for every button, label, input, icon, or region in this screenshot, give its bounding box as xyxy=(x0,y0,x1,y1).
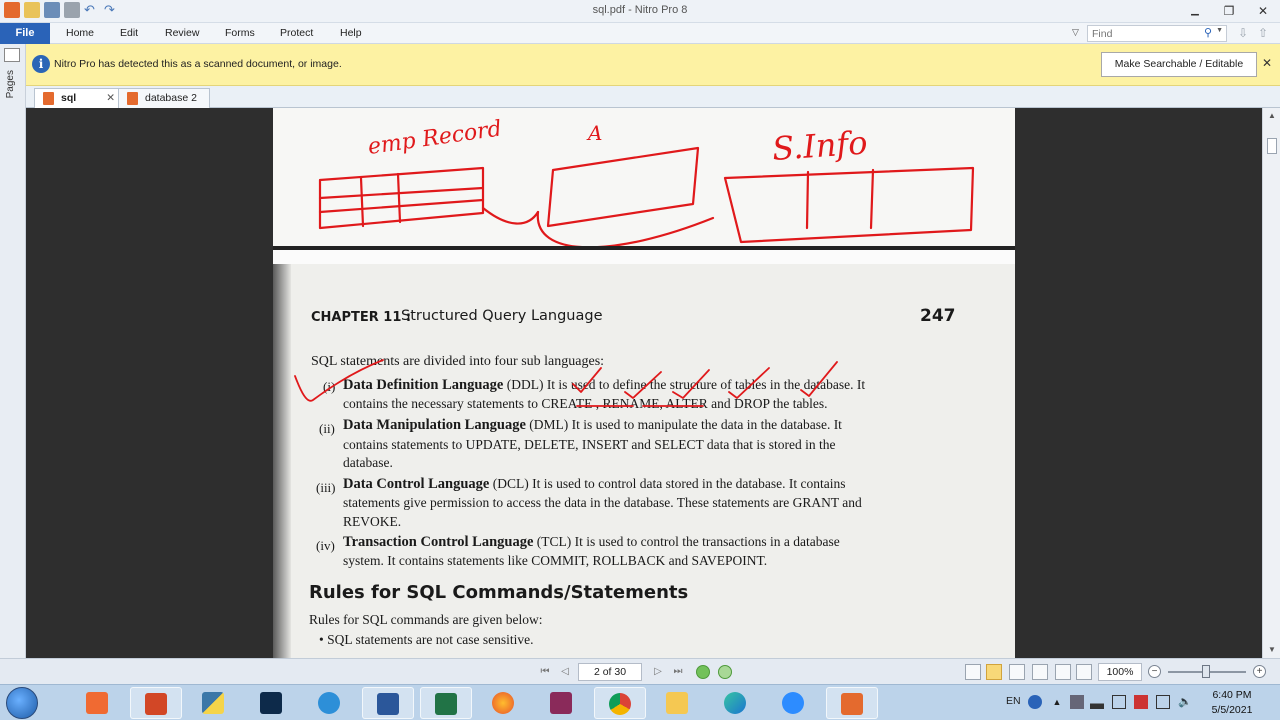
excel-app-icon[interactable] xyxy=(420,687,472,719)
edge-app-icon[interactable] xyxy=(710,687,762,719)
forward-view-icon[interactable] xyxy=(718,665,732,679)
pdf-file-icon xyxy=(127,92,138,105)
show-hidden-icons-icon[interactable]: ▲ xyxy=(1050,695,1064,709)
facing-continuous-view-icon[interactable] xyxy=(1032,664,1048,680)
info-icon: i xyxy=(32,55,50,73)
help-icon[interactable] xyxy=(1028,695,1042,709)
facing-pages-view-icon[interactable] xyxy=(1009,664,1025,680)
find-box: ⚲ ▼ xyxy=(1087,25,1227,42)
menu-protect[interactable]: Protect xyxy=(280,23,313,44)
photoshop-app-icon[interactable] xyxy=(246,687,298,719)
first-page-icon[interactable]: ⏮ xyxy=(538,665,552,679)
pdf-file-icon xyxy=(43,92,54,105)
vertical-scrollbar[interactable]: ▲ ▼ xyxy=(1262,108,1280,658)
language-indicator[interactable]: EN xyxy=(1006,695,1021,707)
find-next-icon[interactable]: ⇩ xyxy=(1238,26,1248,40)
taskbar: EN ▲ 🔈 6:40 PM 5/5/2021 xyxy=(0,684,1280,720)
annotation-text-s-info: S.Info xyxy=(771,123,869,168)
notification-close-button[interactable]: ✕ xyxy=(1262,56,1272,70)
word-app-icon[interactable] xyxy=(362,687,414,719)
pages-panel-toggle-icon[interactable] xyxy=(4,48,20,62)
winrar-app-icon[interactable] xyxy=(536,687,588,719)
volume-icon[interactable]: 🔈 xyxy=(1178,695,1192,709)
file-menu-button[interactable]: File xyxy=(0,23,50,44)
network-icon[interactable] xyxy=(1090,695,1104,709)
menu-edit[interactable]: Edit xyxy=(120,23,138,44)
file-explorer-app-icon[interactable] xyxy=(652,687,704,719)
menu-review[interactable]: Review xyxy=(165,23,199,44)
search-icon[interactable]: ⚲ xyxy=(1204,26,1212,39)
fit-page-icon[interactable] xyxy=(1076,664,1092,680)
powerpoint-app-icon[interactable] xyxy=(130,687,182,719)
find-previous-icon[interactable]: ⇧ xyxy=(1258,26,1268,40)
display-icon[interactable] xyxy=(1112,695,1126,709)
handwritten-annotations: emp Record A S.Info xyxy=(318,116,975,249)
python-app-icon[interactable] xyxy=(188,687,240,719)
internet-explorer-app-icon[interactable] xyxy=(304,687,356,719)
window-title: sql.pdf - Nitro Pro 8 xyxy=(592,4,688,16)
menu-forms[interactable]: Forms xyxy=(225,23,255,44)
clock-date: 5/5/2021 xyxy=(1211,704,1253,716)
zoom-slider-handle[interactable] xyxy=(1202,665,1210,678)
annotation-text-a: A xyxy=(586,121,602,145)
scroll-down-icon[interactable]: ▼ xyxy=(1263,642,1280,658)
previous-page-fragment: emp Record A S.Info xyxy=(273,108,1015,249)
close-button[interactable]: ✕ xyxy=(1246,0,1280,22)
page-number-input[interactable]: 2 of 30 xyxy=(578,663,642,681)
menu-help[interactable]: Help xyxy=(340,23,362,44)
tab-sql[interactable]: sql ✕ xyxy=(34,88,122,108)
clock-time: 6:40 PM xyxy=(1212,689,1252,701)
document-tab-bar: sql ✕ database 2 xyxy=(26,86,1280,108)
window-controls: ▁ ❐ ✕ xyxy=(1178,0,1280,22)
security-icon[interactable] xyxy=(1134,695,1148,709)
search-options-icon[interactable]: ▼ xyxy=(1216,27,1223,34)
usb-icon[interactable] xyxy=(1156,695,1170,709)
menu-bar: File Home Edit Review Forms Protect Help… xyxy=(0,23,1280,44)
minimize-button[interactable]: ▁ xyxy=(1178,0,1212,22)
next-page-icon[interactable]: ▷ xyxy=(651,665,665,679)
scrollbar-thumb[interactable] xyxy=(1267,138,1277,154)
chrome-app-icon[interactable] xyxy=(594,687,646,719)
nitro-pro-app-icon[interactable] xyxy=(826,687,878,719)
clock[interactable]: 6:40 PM 5/5/2021 xyxy=(1204,688,1260,718)
notification-text: Nitro Pro has detected this as a scanned… xyxy=(54,58,342,70)
tab-database-2[interactable]: database 2 xyxy=(118,88,210,108)
tab-label: database 2 xyxy=(145,92,197,104)
status-bar: ⏮ ◁ 2 of 30 ▷ ⏭ 100% − + xyxy=(0,658,1280,684)
annotation-text-emp-record: emp Record xyxy=(366,116,503,160)
notification-bar: i Nitro Pro has detected this as a scann… xyxy=(26,44,1280,86)
previous-page-icon[interactable]: ◁ xyxy=(558,665,572,679)
zoom-app-icon[interactable] xyxy=(768,687,820,719)
menu-home[interactable]: Home xyxy=(66,23,94,44)
ribbon-collapse-icon[interactable]: ▽ xyxy=(1072,27,1079,38)
tick-annotations xyxy=(294,359,838,407)
last-page-icon[interactable]: ⏭ xyxy=(671,665,685,679)
zoom-in-button[interactable]: + xyxy=(1253,665,1266,678)
make-searchable-button[interactable]: Make Searchable / Editable xyxy=(1101,52,1257,77)
pages-panel-label[interactable]: Pages xyxy=(5,70,16,98)
flag-icon[interactable] xyxy=(1070,695,1084,709)
firefox-app-icon[interactable] xyxy=(478,687,530,719)
zoom-level[interactable]: 100% xyxy=(1098,663,1142,681)
back-view-icon[interactable] xyxy=(696,665,710,679)
tab-close-button[interactable]: ✕ xyxy=(106,89,115,107)
title-bar: ↶ ↷ sql.pdf - Nitro Pro 8 ▁ ❐ ✕ xyxy=(0,0,1280,23)
restore-button[interactable]: ❐ xyxy=(1212,0,1246,22)
continuous-view-icon[interactable] xyxy=(986,664,1002,680)
fit-width-icon[interactable] xyxy=(1055,664,1071,680)
document-viewer[interactable]: emp Record A S.Info CHAPTER 11 : Structu… xyxy=(26,108,1262,658)
zoom-out-button[interactable]: − xyxy=(1148,665,1161,678)
brave-app-icon[interactable] xyxy=(72,687,124,719)
start-button[interactable] xyxy=(6,687,38,719)
single-page-view-icon[interactable] xyxy=(965,664,981,680)
tab-label: sql xyxy=(61,92,77,104)
scanned-page: CHAPTER 11 : Structured Query Language 2… xyxy=(273,264,1015,658)
scroll-up-icon[interactable]: ▲ xyxy=(1263,108,1280,124)
find-input[interactable] xyxy=(1088,26,1198,41)
pages-panel: Pages xyxy=(0,44,26,658)
